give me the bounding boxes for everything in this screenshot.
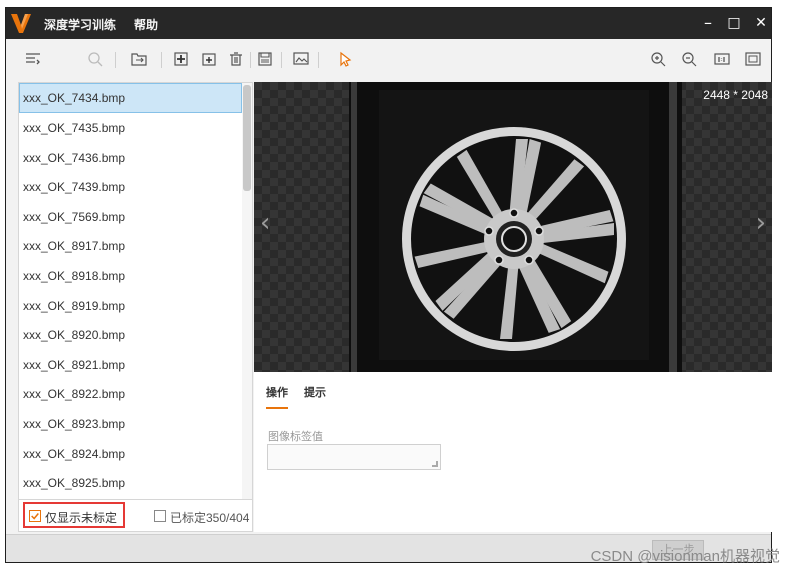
filter-list-icon[interactable] [24,50,42,68]
wheel-rim-picture [349,82,682,372]
app-window: 深度学习训练 帮助 – □ ✕ xxx_OK_7434.bmp xxx_OK_7… [5,7,772,563]
file-list-item[interactable]: xxx_OK_7436.bmp [19,143,242,173]
image-dimensions: 2448 * 2048 [703,88,768,102]
maximize-button[interactable]: □ [722,12,746,34]
delete-icon[interactable] [227,50,245,68]
toolbar-separator [115,52,116,68]
fit-window-icon[interactable] [744,50,762,68]
file-list-item[interactable]: xxx_OK_7435.bmp [19,113,242,143]
title-bar: 深度学习训练 帮助 – □ ✕ [6,8,771,39]
add-folder-icon[interactable] [200,50,218,68]
menu-help[interactable]: 帮助 [134,16,158,33]
checkmark-icon [31,513,39,520]
tab-tips[interactable]: 提示 [304,384,326,400]
search-icon[interactable] [86,50,104,68]
file-list-item[interactable]: xxx_OK_8921.bmp [19,350,242,380]
file-list-item[interactable]: xxx_OK_8920.bmp [19,320,242,350]
tab-operation[interactable]: 操作 [266,384,288,409]
menu-deep-learning-training[interactable]: 深度学习训练 [44,16,116,33]
minimize-button[interactable]: – [696,12,720,34]
zoom-in-icon[interactable] [649,50,667,68]
file-list-item[interactable]: xxx_OK_8925.bmp [19,468,242,498]
labeled-checkbox[interactable] [154,510,166,522]
zoom-out-icon[interactable] [680,50,698,68]
file-list-item[interactable]: xxx_OK_8918.bmp [19,261,242,291]
file-list-item[interactable]: xxx_OK_8922.bmp [19,379,242,409]
toolbar-separator [281,52,282,68]
file-list-item[interactable]: xxx_OK_8919.bmp [19,291,242,321]
image-label-value-input[interactable] [267,444,441,470]
toolbar [6,39,771,81]
watermark: CSDN @visionman机器视觉 [590,548,780,565]
folder-swap-icon[interactable] [130,50,148,68]
toolbar-separator [250,52,251,68]
labeled-count-label: 已标定350/404 [170,511,250,525]
filter-bar: 仅显示未标定 已标定350/404 [18,500,253,532]
only-unlabeled-checkbox[interactable] [29,510,41,522]
next-image-arrow[interactable]: › [756,210,766,236]
operation-panel: 操作 提示 图像标签值 [254,372,772,532]
only-unlabeled-label[interactable]: 仅显示未标定 [45,509,117,526]
app-logo [11,14,31,33]
save-icon[interactable] [256,50,274,68]
prev-image-arrow[interactable]: ‹ [260,210,270,236]
actual-size-icon[interactable] [713,50,731,68]
scrollbar-thumb[interactable] [243,85,251,191]
file-list-item[interactable]: xxx_OK_8923.bmp [19,409,242,439]
add-image-icon[interactable] [172,50,190,68]
file-list-scrollbar[interactable] [242,83,252,499]
pointer-select-icon[interactable] [336,50,354,68]
toolbar-separator [161,52,162,68]
resize-grip-icon[interactable] [432,461,438,467]
wheel-image [349,82,682,372]
image-label-icon[interactable] [292,50,310,68]
file-list[interactable]: xxx_OK_7434.bmp xxx_OK_7435.bmp xxx_OK_7… [18,82,253,500]
file-list-item[interactable]: xxx_OK_7439.bmp [19,172,242,202]
close-button[interactable]: ✕ [749,12,773,34]
file-list-item[interactable]: xxx_OK_7569.bmp [19,202,242,232]
file-list-item[interactable]: xxx_OK_8924.bmp [19,439,242,469]
file-list-item[interactable]: xxx_OK_7434.bmp [19,83,242,113]
toolbar-separator [318,52,319,68]
file-list-item[interactable]: xxx_OK_8917.bmp [19,231,242,261]
image-label-value-label: 图像标签值 [268,430,323,443]
image-viewer[interactable]: 2448 * 2048 ‹ › [254,82,772,372]
